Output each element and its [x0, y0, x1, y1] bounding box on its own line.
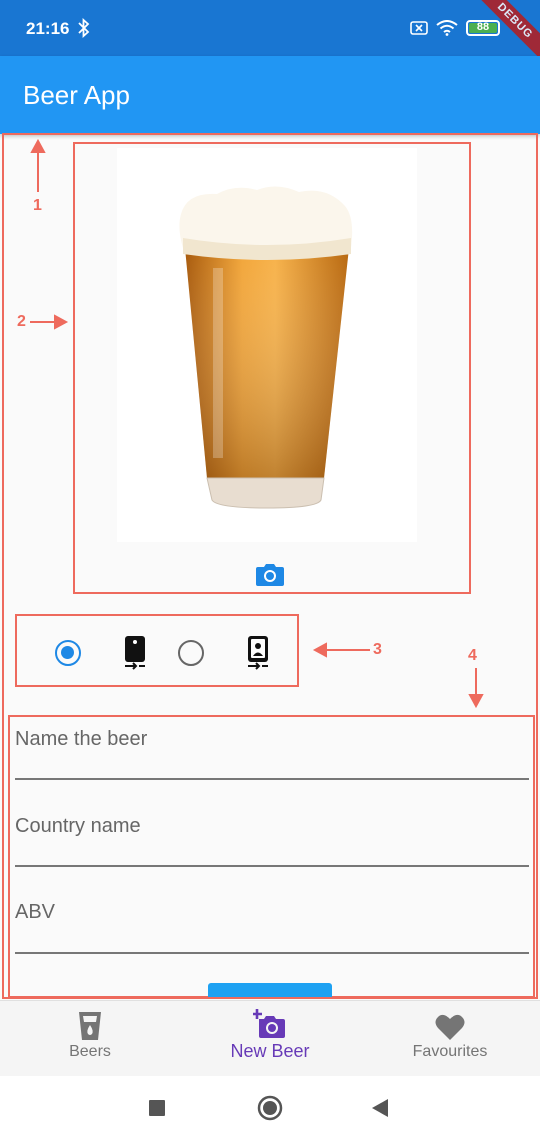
recents-icon[interactable]	[148, 1099, 166, 1117]
front-camera-radio[interactable]	[178, 640, 204, 666]
system-navigation-bar	[0, 1076, 540, 1140]
add-a-photo-icon	[253, 1009, 285, 1038]
annotation-label-4: 4	[468, 647, 477, 664]
back-icon[interactable]	[370, 1098, 390, 1118]
abv-field[interactable]: ABV	[15, 901, 529, 954]
camera-icon[interactable]	[254, 558, 286, 590]
beer-name-field[interactable]: Name the beer	[15, 728, 529, 780]
camera-front-icon	[248, 636, 268, 670]
beer-glass-icon	[79, 1012, 101, 1040]
bottom-navigation: Beers New Beer Favourites	[0, 1000, 540, 1076]
annotation-label-3: 3	[373, 641, 382, 658]
home-icon[interactable]	[257, 1095, 283, 1121]
nav-label-beers: Beers	[69, 1043, 111, 1060]
nav-label-favourites: Favourites	[412, 1043, 488, 1060]
beer-name-label: Name the beer	[15, 728, 148, 750]
nav-item-new-beer[interactable]: New Beer	[210, 1001, 330, 1077]
heart-icon	[435, 1014, 465, 1040]
country-name-field[interactable]: Country name	[15, 815, 529, 867]
annotation-label-2: 2	[17, 313, 26, 330]
beer-glass-illustration	[179, 186, 353, 509]
nav-label-new-beer: New Beer	[230, 1041, 310, 1061]
camera-rear-icon	[125, 636, 145, 670]
nav-item-favourites[interactable]: Favourites	[395, 1001, 505, 1077]
nav-item-beers[interactable]: Beers	[40, 1001, 140, 1077]
abv-label: ABV	[15, 901, 56, 923]
rear-camera-radio[interactable]	[55, 640, 81, 666]
country-name-label: Country name	[15, 815, 141, 837]
submit-button[interactable]	[208, 983, 332, 997]
annotation-label-1: 1	[33, 197, 42, 214]
beer-image	[117, 148, 417, 542]
